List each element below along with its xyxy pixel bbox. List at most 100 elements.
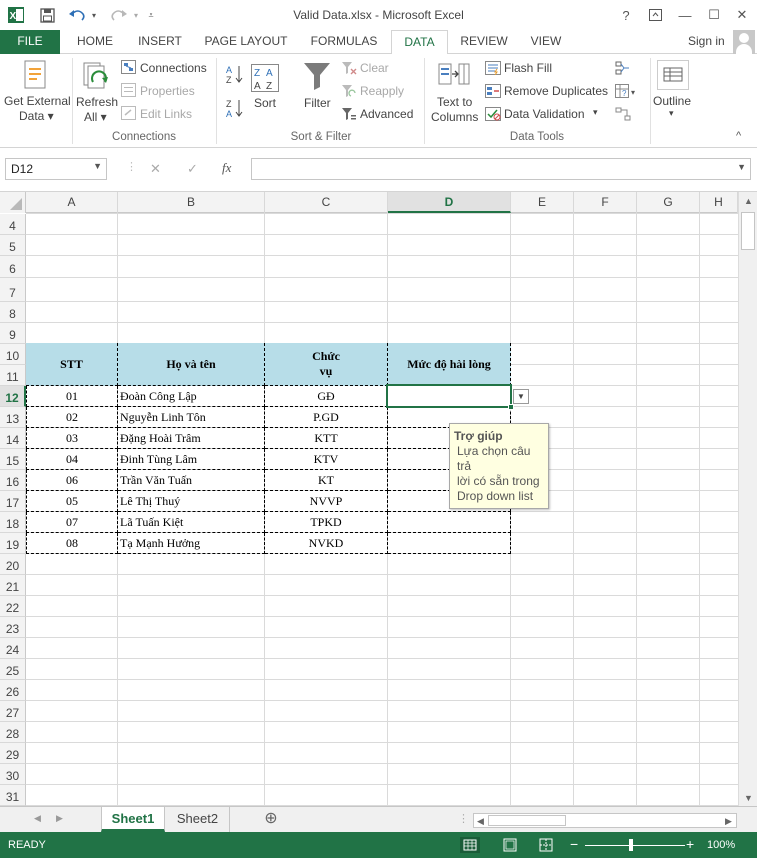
cell-stt[interactable]: 06: [26, 470, 118, 491]
reapply-button[interactable]: Reapply: [360, 84, 404, 98]
row-header-23[interactable]: 23: [0, 617, 26, 638]
row-header-27[interactable]: 27: [0, 701, 26, 722]
flash-fill-button[interactable]: Flash Fill: [504, 61, 552, 75]
zoom-slider-thumb[interactable]: [629, 839, 633, 851]
sheet-tab-sheet1[interactable]: Sheet1: [101, 807, 165, 832]
column-header-g[interactable]: G: [637, 192, 700, 213]
column-header-b[interactable]: B: [118, 192, 265, 213]
column-header-d[interactable]: D: [388, 192, 511, 213]
get-external-data-icon[interactable]: [22, 60, 48, 93]
insert-function-icon[interactable]: fx: [222, 160, 231, 176]
cell-title[interactable]: NVKD: [265, 533, 388, 554]
cell-name[interactable]: Nguyễn Linh Tôn: [118, 407, 265, 428]
zoom-slider-track[interactable]: [585, 845, 685, 846]
outline-button[interactable]: Outline: [653, 94, 691, 108]
text-to-columns-label-2[interactable]: Columns: [431, 110, 478, 124]
column-header-h[interactable]: H: [700, 192, 738, 213]
text-to-columns-icon[interactable]: [438, 60, 470, 95]
cell-satisfaction[interactable]: [388, 512, 511, 533]
scroll-down-icon[interactable]: ▼: [744, 793, 753, 803]
row-header-9[interactable]: 9: [0, 323, 26, 344]
row-header-19[interactable]: 19: [0, 533, 26, 554]
zoom-in-button[interactable]: +: [686, 836, 694, 852]
avatar[interactable]: [733, 30, 755, 54]
row-header-8[interactable]: 8: [0, 302, 26, 323]
row-header-6[interactable]: 6: [0, 256, 26, 278]
cell-stt[interactable]: 04: [26, 449, 118, 470]
row-header-30[interactable]: 30: [0, 764, 26, 785]
row-header-4[interactable]: 4: [0, 214, 26, 235]
cancel-entry-icon[interactable]: ✕: [150, 161, 161, 177]
cell-name[interactable]: Đoàn Công Lập: [118, 386, 265, 407]
row-header-15[interactable]: 15: [0, 449, 26, 470]
outline-dropdown-icon[interactable]: ▾: [669, 108, 674, 119]
row-header-18[interactable]: 18: [0, 512, 26, 533]
row-header-25[interactable]: 25: [0, 659, 26, 680]
tab-data[interactable]: DATA: [391, 30, 448, 55]
tab-split-icon[interactable]: ⋮: [458, 812, 469, 825]
row-header-17[interactable]: 17: [0, 491, 26, 512]
outline-icon[interactable]: [657, 60, 689, 93]
fill-handle[interactable]: [508, 404, 514, 410]
worksheet-grid[interactable]: ABCDEFGH 4 5 6 7 8 9 10 11 12 13 14 15 16 17 18 19 20 21 2…: [0, 192, 738, 806]
cell-title[interactable]: KT: [265, 470, 388, 491]
tab-review[interactable]: REVIEW: [455, 30, 513, 54]
cell-title[interactable]: KTV: [265, 449, 388, 470]
filter-icon[interactable]: [303, 61, 331, 94]
next-sheet-icon[interactable]: ▶: [56, 813, 63, 824]
validation-dropdown-button[interactable]: ▼: [513, 389, 529, 404]
row-header-24[interactable]: 24: [0, 638, 26, 659]
properties-button[interactable]: Properties: [140, 84, 195, 98]
consolidate-icon[interactable]: [615, 61, 631, 78]
row-header-20[interactable]: 20: [0, 554, 26, 575]
page-layout-view-icon[interactable]: [502, 837, 518, 856]
cell-title[interactable]: NVVP: [265, 491, 388, 512]
sheet-tab-sheet2[interactable]: Sheet2: [166, 807, 230, 832]
row-header-29[interactable]: 29: [0, 743, 26, 764]
row-header-5[interactable]: 5: [0, 235, 26, 256]
data-validation-button[interactable]: Data Validation: [504, 107, 585, 121]
row-header-26[interactable]: 26: [0, 680, 26, 701]
cell-name[interactable]: Đặng Hoài Trâm: [118, 428, 265, 449]
cell-title[interactable]: P.GD: [265, 407, 388, 428]
confirm-entry-icon[interactable]: ✓: [187, 161, 198, 177]
row-header-28[interactable]: 28: [0, 722, 26, 743]
cell-satisfaction[interactable]: [388, 533, 511, 554]
sort-dialog-icon[interactable]: ZAAZ: [251, 64, 279, 95]
column-header-a[interactable]: A: [26, 192, 118, 213]
tab-page-layout[interactable]: PAGE LAYOUT: [198, 30, 294, 54]
row-header-21[interactable]: 21: [0, 575, 26, 596]
cell-stt[interactable]: 01: [26, 386, 118, 407]
minimize-button[interactable]: —: [673, 4, 697, 26]
normal-view-icon[interactable]: [460, 837, 480, 853]
row-header-11[interactable]: 11: [0, 365, 26, 386]
horizontal-scroll-thumb[interactable]: [488, 815, 566, 826]
what-if-analysis-icon[interactable]: ? ▾: [615, 84, 637, 101]
zoom-level[interactable]: 100%: [707, 839, 735, 851]
zoom-out-button[interactable]: −: [570, 836, 578, 852]
row-header-12[interactable]: 12: [0, 386, 26, 407]
cell-stt[interactable]: 08: [26, 533, 118, 554]
sort-az-icon[interactable]: AZ: [226, 64, 244, 87]
sort-button[interactable]: Sort: [254, 96, 276, 110]
sort-za-icon[interactable]: ZA: [226, 98, 244, 121]
cell-name[interactable]: Lã Tuấn Kiệt: [118, 512, 265, 533]
name-box[interactable]: D12 ▼: [5, 158, 107, 180]
refresh-all-icon[interactable]: [81, 60, 111, 95]
help-button[interactable]: ?: [614, 4, 638, 26]
data-validation-dropdown-icon[interactable]: ▾: [593, 107, 598, 118]
get-external-data-label-2[interactable]: Data ▾: [19, 109, 54, 123]
scroll-up-icon[interactable]: ▲: [744, 196, 753, 206]
refresh-all-label-2[interactable]: All ▾: [84, 110, 107, 124]
formula-input[interactable]: ▼: [251, 158, 751, 180]
maximize-button[interactable]: ☐: [702, 4, 726, 26]
cell-stt[interactable]: 02: [26, 407, 118, 428]
cell-title[interactable]: GĐ: [265, 386, 388, 407]
column-header-c[interactable]: C: [265, 192, 388, 213]
cell-title[interactable]: TPKD: [265, 512, 388, 533]
row-header-31[interactable]: 31: [0, 785, 26, 806]
clear-button[interactable]: Clear: [360, 61, 389, 75]
select-all-corner[interactable]: [0, 192, 26, 213]
remove-duplicates-button[interactable]: Remove Duplicates: [504, 84, 608, 98]
connections-button[interactable]: Connections: [140, 61, 207, 75]
